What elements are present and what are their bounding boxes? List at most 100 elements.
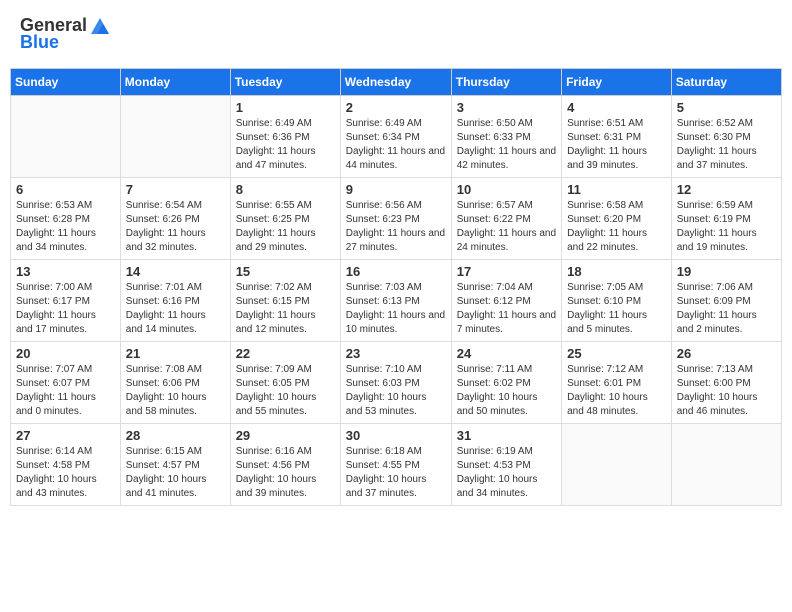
day-number: 2	[346, 100, 446, 115]
day-info: Sunrise: 6:15 AM Sunset: 4:57 PM Dayligh…	[126, 445, 225, 501]
calendar-cell: 27 Sunrise: 6:14 AM Sunset: 4:58 PM Dayli…	[11, 424, 121, 506]
calendar-cell: 2 Sunrise: 6:49 AM Sunset: 6:34 PM Daylig…	[340, 96, 451, 178]
calendar-cell	[671, 424, 781, 506]
calendar-week-1: 1 Sunrise: 6:49 AM Sunset: 6:36 PM Daylig…	[11, 96, 782, 178]
day-number: 19	[677, 264, 776, 279]
calendar-cell: 13 Sunrise: 7:00 AM Sunset: 6:17 PM Dayli…	[11, 260, 121, 342]
day-info: Sunrise: 7:11 AM Sunset: 6:02 PM Dayligh…	[457, 363, 556, 419]
day-info: Sunrise: 6:59 AM Sunset: 6:19 PM Dayligh…	[677, 199, 776, 255]
weekday-header-saturday: Saturday	[671, 69, 781, 96]
day-info: Sunrise: 6:54 AM Sunset: 6:26 PM Dayligh…	[126, 199, 225, 255]
day-number: 14	[126, 264, 225, 279]
calendar-cell: 9 Sunrise: 6:56 AM Sunset: 6:23 PM Daylig…	[340, 178, 451, 260]
day-info: Sunrise: 6:49 AM Sunset: 6:34 PM Dayligh…	[346, 117, 446, 173]
calendar-cell: 17 Sunrise: 7:04 AM Sunset: 6:12 PM Dayli…	[451, 260, 561, 342]
day-number: 17	[457, 264, 556, 279]
calendar-cell: 10 Sunrise: 6:57 AM Sunset: 6:22 PM Dayli…	[451, 178, 561, 260]
weekday-header-tuesday: Tuesday	[230, 69, 340, 96]
weekday-header-wednesday: Wednesday	[340, 69, 451, 96]
logo: General Blue	[20, 15, 111, 53]
day-info: Sunrise: 7:05 AM Sunset: 6:10 PM Dayligh…	[567, 281, 666, 337]
day-info: Sunrise: 6:56 AM Sunset: 6:23 PM Dayligh…	[346, 199, 446, 255]
day-info: Sunrise: 6:57 AM Sunset: 6:22 PM Dayligh…	[457, 199, 556, 255]
calendar-cell: 14 Sunrise: 7:01 AM Sunset: 6:16 PM Dayli…	[120, 260, 230, 342]
day-info: Sunrise: 7:03 AM Sunset: 6:13 PM Dayligh…	[346, 281, 446, 337]
calendar-week-3: 13 Sunrise: 7:00 AM Sunset: 6:17 PM Dayli…	[11, 260, 782, 342]
day-number: 26	[677, 346, 776, 361]
calendar-cell: 22Sunrise: 7:09 AM Sunset: 6:05 PM Dayli…	[230, 342, 340, 424]
day-info: Sunrise: 6:58 AM Sunset: 6:20 PM Dayligh…	[567, 199, 666, 255]
logo-icon	[89, 16, 111, 36]
weekday-header-thursday: Thursday	[451, 69, 561, 96]
weekday-header-monday: Monday	[120, 69, 230, 96]
day-info: Sunrise: 6:55 AM Sunset: 6:25 PM Dayligh…	[236, 199, 335, 255]
calendar-cell: 5 Sunrise: 6:52 AM Sunset: 6:30 PM Daylig…	[671, 96, 781, 178]
day-number: 4	[567, 100, 666, 115]
day-number: 28	[126, 428, 225, 443]
header: General Blue	[10, 10, 782, 58]
calendar-cell: 12Sunrise: 6:59 AM Sunset: 6:19 PM Dayli…	[671, 178, 781, 260]
day-number: 22	[236, 346, 335, 361]
day-info: Sunrise: 6:52 AM Sunset: 6:30 PM Dayligh…	[677, 117, 776, 173]
calendar-cell: 30 Sunrise: 6:18 AM Sunset: 4:55 PM Dayli…	[340, 424, 451, 506]
calendar-header-row: SundayMondayTuesdayWednesdayThursdayFrid…	[11, 69, 782, 96]
day-info: Sunrise: 6:16 AM Sunset: 4:56 PM Dayligh…	[236, 445, 335, 501]
calendar-cell: 3 Sunrise: 6:50 AM Sunset: 6:33 PM Daylig…	[451, 96, 561, 178]
day-info: Sunrise: 7:13 AM Sunset: 6:00 PM Dayligh…	[677, 363, 776, 419]
calendar-cell: 19 Sunrise: 7:06 AM Sunset: 6:09 PM Dayli…	[671, 260, 781, 342]
calendar-cell	[120, 96, 230, 178]
calendar-week-5: 27 Sunrise: 6:14 AM Sunset: 4:58 PM Dayli…	[11, 424, 782, 506]
day-info: Sunrise: 7:08 AM Sunset: 6:06 PM Dayligh…	[126, 363, 225, 419]
day-number: 3	[457, 100, 556, 115]
day-number: 25	[567, 346, 666, 361]
calendar-cell: 24 Sunrise: 7:11 AM Sunset: 6:02 PM Dayli…	[451, 342, 561, 424]
calendar-cell: 7 Sunrise: 6:54 AM Sunset: 6:26 PM Daylig…	[120, 178, 230, 260]
calendar-cell: 4Sunrise: 6:51 AM Sunset: 6:31 PM Daylig…	[562, 96, 672, 178]
day-info: Sunrise: 7:12 AM Sunset: 6:01 PM Dayligh…	[567, 363, 666, 419]
calendar-cell: 23 Sunrise: 7:10 AM Sunset: 6:03 PM Dayli…	[340, 342, 451, 424]
day-info: Sunrise: 7:01 AM Sunset: 6:16 PM Dayligh…	[126, 281, 225, 337]
day-number: 9	[346, 182, 446, 197]
day-info: Sunrise: 7:07 AM Sunset: 6:07 PM Dayligh…	[16, 363, 115, 419]
calendar-cell: 11Sunrise: 6:58 AM Sunset: 6:20 PM Dayli…	[562, 178, 672, 260]
day-number: 23	[346, 346, 446, 361]
calendar-cell: 28 Sunrise: 6:15 AM Sunset: 4:57 PM Dayli…	[120, 424, 230, 506]
calendar-cell: 31Sunrise: 6:19 AM Sunset: 4:53 PM Dayli…	[451, 424, 561, 506]
calendar-cell: 25 Sunrise: 7:12 AM Sunset: 6:01 PM Dayli…	[562, 342, 672, 424]
day-info: Sunrise: 6:18 AM Sunset: 4:55 PM Dayligh…	[346, 445, 446, 501]
day-info: Sunrise: 7:02 AM Sunset: 6:15 PM Dayligh…	[236, 281, 335, 337]
calendar-cell: 15 Sunrise: 7:02 AM Sunset: 6:15 PM Dayli…	[230, 260, 340, 342]
day-number: 24	[457, 346, 556, 361]
calendar-cell	[562, 424, 672, 506]
calendar-table: SundayMondayTuesdayWednesdayThursdayFrid…	[10, 68, 782, 506]
calendar-cell: 26 Sunrise: 7:13 AM Sunset: 6:00 PM Dayli…	[671, 342, 781, 424]
day-info: Sunrise: 7:00 AM Sunset: 6:17 PM Dayligh…	[16, 281, 115, 337]
day-number: 16	[346, 264, 446, 279]
day-number: 18	[567, 264, 666, 279]
day-number: 13	[16, 264, 115, 279]
day-info: Sunrise: 7:06 AM Sunset: 6:09 PM Dayligh…	[677, 281, 776, 337]
day-number: 27	[16, 428, 115, 443]
day-number: 15	[236, 264, 335, 279]
calendar-cell: 18 Sunrise: 7:05 AM Sunset: 6:10 PM Dayli…	[562, 260, 672, 342]
day-number: 7	[126, 182, 225, 197]
calendar-cell: 20Sunrise: 7:07 AM Sunset: 6:07 PM Dayli…	[11, 342, 121, 424]
day-number: 5	[677, 100, 776, 115]
day-number: 31	[457, 428, 556, 443]
calendar-week-4: 20Sunrise: 7:07 AM Sunset: 6:07 PM Dayli…	[11, 342, 782, 424]
day-info: Sunrise: 6:53 AM Sunset: 6:28 PM Dayligh…	[16, 199, 115, 255]
day-info: Sunrise: 7:04 AM Sunset: 6:12 PM Dayligh…	[457, 281, 556, 337]
calendar-cell: 29Sunrise: 6:16 AM Sunset: 4:56 PM Dayli…	[230, 424, 340, 506]
calendar-cell: 8Sunrise: 6:55 AM Sunset: 6:25 PM Daylig…	[230, 178, 340, 260]
day-number: 21	[126, 346, 225, 361]
calendar-cell	[11, 96, 121, 178]
day-info: Sunrise: 6:14 AM Sunset: 4:58 PM Dayligh…	[16, 445, 115, 501]
logo-blue-text: Blue	[20, 32, 59, 53]
day-info: Sunrise: 6:49 AM Sunset: 6:36 PM Dayligh…	[236, 117, 335, 173]
day-info: Sunrise: 7:10 AM Sunset: 6:03 PM Dayligh…	[346, 363, 446, 419]
day-number: 1	[236, 100, 335, 115]
day-info: Sunrise: 6:50 AM Sunset: 6:33 PM Dayligh…	[457, 117, 556, 173]
day-number: 30	[346, 428, 446, 443]
weekday-header-friday: Friday	[562, 69, 672, 96]
day-number: 10	[457, 182, 556, 197]
